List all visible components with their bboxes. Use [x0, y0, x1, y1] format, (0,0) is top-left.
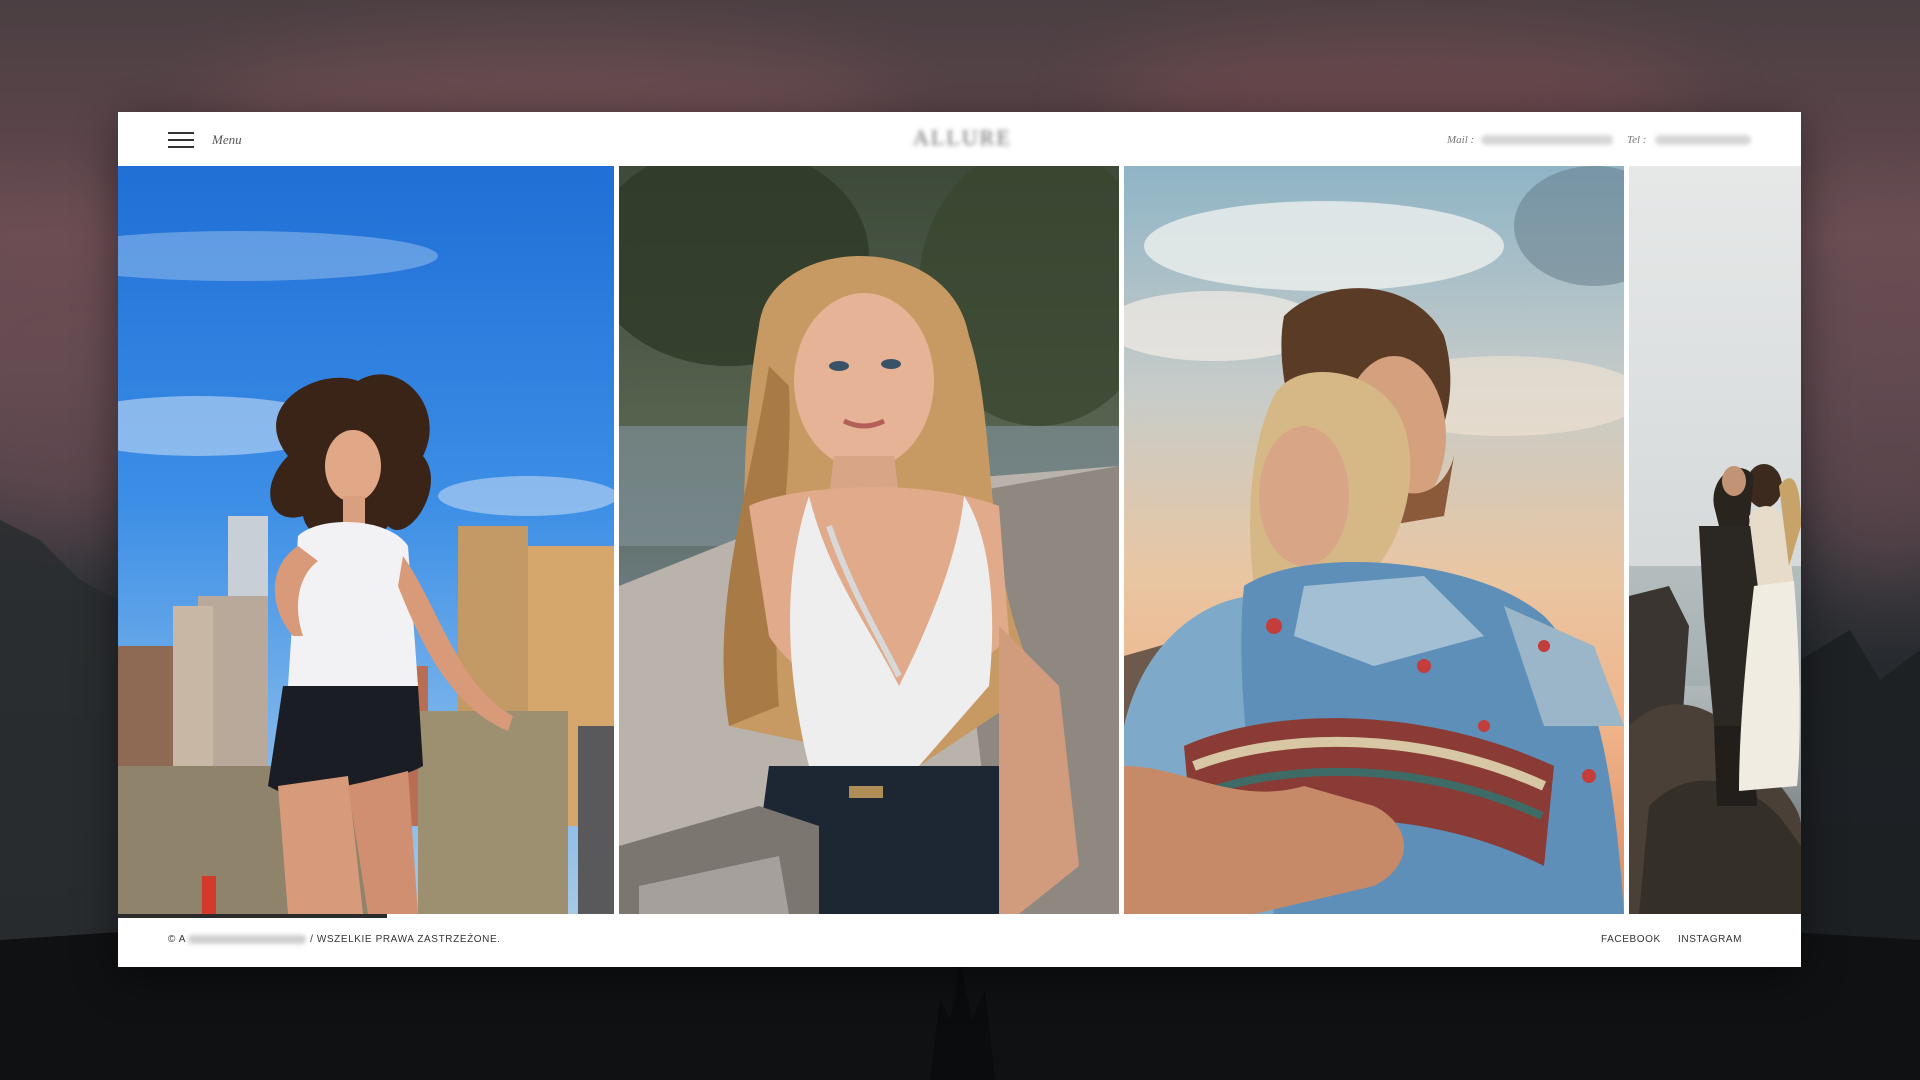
- gallery-photo[interactable]: [118, 166, 614, 914]
- owner-name-redacted: [188, 934, 307, 944]
- facebook-link[interactable]: FACEBOOK: [1601, 933, 1661, 947]
- mail-value-redacted: [1481, 135, 1613, 145]
- tel-value-redacted: [1655, 135, 1751, 145]
- wedding-couple-photo: [1629, 166, 1801, 914]
- instagram-link[interactable]: INSTAGRAM: [1678, 933, 1742, 947]
- gallery-photo[interactable]: [619, 166, 1119, 914]
- copyright-text: © A / WSZELKIE PRAWA ZASTRZEŻONE.: [168, 933, 501, 947]
- contact-info: Mail : Tel :: [1447, 130, 1757, 150]
- hamburger-icon: [168, 132, 194, 148]
- photo-gallery: [118, 166, 1801, 914]
- menu-label: Menu: [212, 132, 242, 147]
- mail-label: Mail :: [1447, 134, 1475, 146]
- gallery-photo[interactable]: [1629, 166, 1801, 914]
- gallery-photo[interactable]: [1124, 166, 1624, 914]
- couple-embrace-photo: [1124, 166, 1624, 914]
- menu-button[interactable]: Menu: [168, 130, 248, 150]
- copyright-suffix: / WSZELKIE PRAWA ZASTRZEŻONE.: [310, 934, 501, 945]
- tel-label: Tel :: [1627, 134, 1647, 146]
- brand-logo[interactable]: ALLURE: [913, 124, 1010, 152]
- website-window: Menu ALLURE Mail : Tel : © A / WSZELKIE …: [118, 112, 1801, 967]
- footer: © A / WSZELKIE PRAWA ZASTRZEŻONE. FACEBOO…: [118, 918, 1801, 967]
- top-bar: Menu ALLURE Mail : Tel :: [118, 112, 1801, 166]
- blonde-woman-photo: [619, 166, 1119, 914]
- copyright-prefix: © A: [168, 934, 187, 945]
- woman-city-photo: [118, 166, 614, 914]
